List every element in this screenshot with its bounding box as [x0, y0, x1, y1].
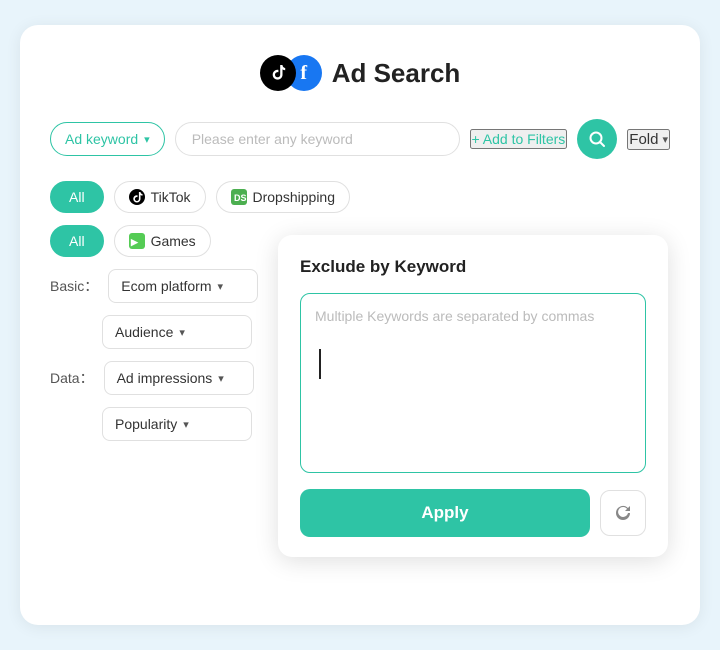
- popularity-dropdown[interactable]: Popularity ▾: [102, 407, 252, 441]
- exclude-keyword-popup: Exclude by Keyword Multiple Keywords are…: [278, 235, 668, 557]
- ecom-platform-label: Ecom platform: [121, 278, 211, 294]
- logo-icons: f: [260, 55, 322, 91]
- fold-label: Fold: [629, 131, 658, 148]
- ecom-platform-dropdown[interactable]: Ecom platform ▾: [108, 269, 258, 303]
- filter-tags-row-1: All TikTok DS Dropshipping: [50, 181, 670, 213]
- all2-tag-label: All: [69, 233, 85, 249]
- tiktok-tag-label: TikTok: [151, 189, 191, 205]
- fold-button[interactable]: Fold ▾: [627, 129, 670, 150]
- games-tag-label: Games: [151, 233, 196, 249]
- popularity-label: Popularity: [115, 416, 177, 432]
- popularity-chevron-icon: ▾: [183, 418, 189, 431]
- search-button[interactable]: [577, 119, 617, 159]
- all-tag-label: All: [69, 189, 85, 205]
- search-bar: Ad keyword ▾ Please enter any keyword + …: [50, 119, 670, 159]
- audience-label: Audience: [115, 324, 173, 340]
- add-filter-label: + Add to Filters: [472, 131, 566, 147]
- fold-chevron-icon: ▾: [662, 133, 668, 146]
- all2-tag-btn[interactable]: All: [50, 225, 104, 257]
- add-filter-btn[interactable]: + Add to Filters: [470, 129, 568, 149]
- apply-button[interactable]: Apply: [300, 489, 590, 537]
- audience-dropdown[interactable]: Audience ▾: [102, 315, 252, 349]
- keyword-placeholder: Multiple Keywords are separated by comma…: [315, 308, 594, 324]
- page-title: Ad Search: [332, 58, 461, 89]
- svg-text:▶: ▶: [130, 237, 139, 247]
- popup-title: Exclude by Keyword: [300, 257, 646, 277]
- svg-text:DS: DS: [234, 193, 247, 203]
- all-tag-btn[interactable]: All: [50, 181, 104, 213]
- refresh-icon: [613, 503, 633, 523]
- audience-chevron-icon: ▾: [179, 326, 185, 339]
- search-placeholder: Please enter any keyword: [192, 131, 353, 147]
- data-label: Data：: [50, 368, 94, 388]
- chevron-down-icon: ▾: [144, 133, 150, 146]
- popup-actions: Apply: [300, 489, 646, 537]
- keyword-dropdown-btn[interactable]: Ad keyword ▾: [50, 122, 165, 156]
- dropshipping-tag-label: Dropshipping: [253, 189, 336, 205]
- ecom-chevron-icon: ▾: [217, 280, 223, 293]
- games-tag-btn[interactable]: ▶ Games: [114, 225, 211, 257]
- ad-impressions-dropdown[interactable]: Ad impressions ▾: [104, 361, 254, 395]
- ad-impressions-label: Ad impressions: [117, 370, 213, 386]
- main-card: f Ad Search Ad keyword ▾ Please enter an…: [20, 25, 700, 625]
- reset-button[interactable]: [600, 490, 646, 536]
- header: f Ad Search: [50, 55, 670, 91]
- keyword-btn-label: Ad keyword: [65, 131, 138, 147]
- keyword-search-input[interactable]: Please enter any keyword: [175, 122, 460, 156]
- dropshipping-tag-btn[interactable]: DS Dropshipping: [216, 181, 351, 213]
- basic-label: Basic：: [50, 276, 98, 296]
- tiktok-tag-btn[interactable]: TikTok: [114, 181, 206, 213]
- keyword-textarea-wrap[interactable]: Multiple Keywords are separated by comma…: [300, 293, 646, 473]
- tiktok-logo-icon: [260, 55, 296, 91]
- text-cursor: [319, 349, 321, 379]
- impressions-chevron-icon: ▾: [218, 372, 224, 385]
